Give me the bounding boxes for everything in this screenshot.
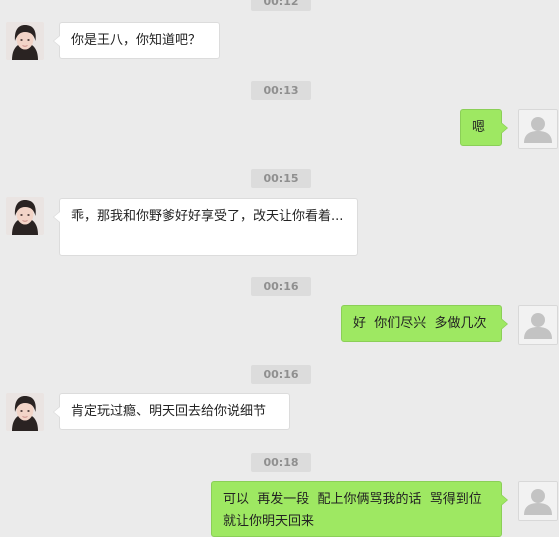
message-text: 肯定玩过瘾、明天回去给你说细节 bbox=[71, 404, 267, 419]
timestamp: 00:16 bbox=[251, 365, 311, 384]
contact-photo-avatar bbox=[6, 393, 44, 431]
timestamp: 00:13 bbox=[251, 81, 311, 100]
my-avatar[interactable] bbox=[518, 109, 558, 149]
timestamp: 00:15 bbox=[251, 169, 311, 188]
timestamp: 00:16 bbox=[251, 277, 311, 296]
timestamp: 00:18 bbox=[251, 453, 311, 472]
message-text: 嗯 bbox=[472, 120, 486, 135]
outgoing-message-bubble[interactable]: 好 你们尽兴 多做几次 bbox=[341, 305, 508, 342]
default-user-silhouette-icon bbox=[519, 110, 557, 148]
contact-photo-avatar bbox=[6, 197, 44, 235]
outgoing-message-bubble[interactable]: 可以 再发一段 配上你俩骂我的话 骂得到位就让你明天回来 bbox=[211, 481, 508, 537]
outgoing-message-bubble[interactable]: 嗯 bbox=[460, 109, 508, 146]
my-avatar[interactable] bbox=[518, 481, 558, 521]
message-text: 乖，那我和你野爹好好享受了，改天让你看着... bbox=[71, 209, 344, 224]
incoming-message-bubble[interactable]: 你是王八，你知道吧？ bbox=[53, 22, 220, 59]
contact-avatar[interactable] bbox=[6, 197, 44, 235]
my-avatar[interactable] bbox=[518, 305, 558, 345]
chat-history: 00:12 你是王八，你知道吧？ 00:13 嗯 00:15 乖，那我和你野爹好… bbox=[0, 0, 559, 537]
timestamp: 00:12 bbox=[251, 0, 311, 11]
contact-avatar[interactable] bbox=[6, 22, 44, 60]
message-text: 好 你们尽兴 多做几次 bbox=[353, 316, 487, 331]
contact-photo-avatar bbox=[6, 22, 44, 60]
message-text: 可以 再发一段 配上你俩骂我的话 骂得到位就让你明天回来 bbox=[223, 492, 482, 529]
default-user-silhouette-icon bbox=[519, 306, 557, 344]
incoming-message-bubble[interactable]: 肯定玩过瘾、明天回去给你说细节 bbox=[53, 393, 290, 430]
message-text: 你是王八，你知道吧？ bbox=[71, 33, 202, 48]
contact-avatar[interactable] bbox=[6, 393, 44, 431]
incoming-message-bubble[interactable]: 乖，那我和你野爹好好享受了，改天让你看着... bbox=[53, 198, 358, 256]
default-user-silhouette-icon bbox=[519, 482, 557, 520]
